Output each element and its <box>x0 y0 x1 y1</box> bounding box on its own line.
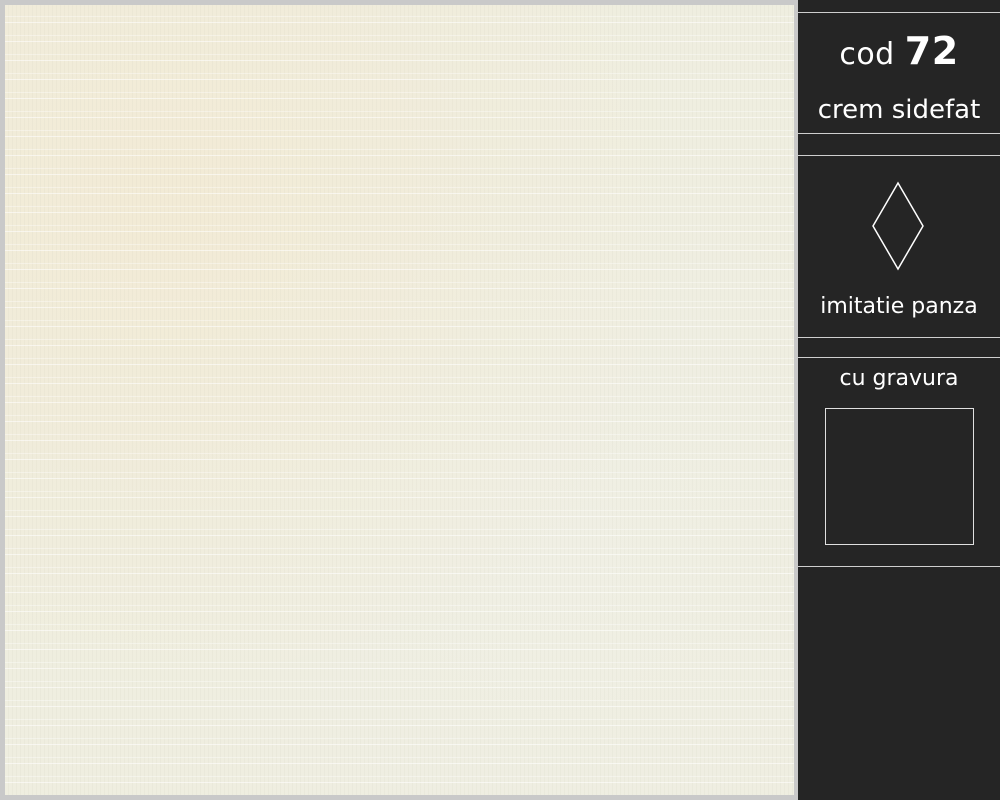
divider <box>798 155 1000 156</box>
divider <box>798 337 1000 338</box>
color-name: crem sidefat <box>817 95 981 125</box>
engraving-label: cu gravura <box>839 366 959 391</box>
finish-label: imitatie panza <box>820 294 978 319</box>
engraving-preview <box>825 408 974 545</box>
product-code: cod 72 <box>798 24 1000 82</box>
code-number: 72 <box>904 29 959 73</box>
divider <box>798 133 1000 134</box>
product-sidebar: cod 72 crem sidefat imitatie panza cu gr… <box>798 0 1000 800</box>
divider <box>798 12 1000 13</box>
code-prefix: cod <box>839 37 895 72</box>
divider <box>798 357 1000 358</box>
divider <box>798 566 1000 567</box>
swatch-frame <box>0 0 798 800</box>
diamond-icon <box>872 181 924 271</box>
color-swatch <box>5 5 794 795</box>
